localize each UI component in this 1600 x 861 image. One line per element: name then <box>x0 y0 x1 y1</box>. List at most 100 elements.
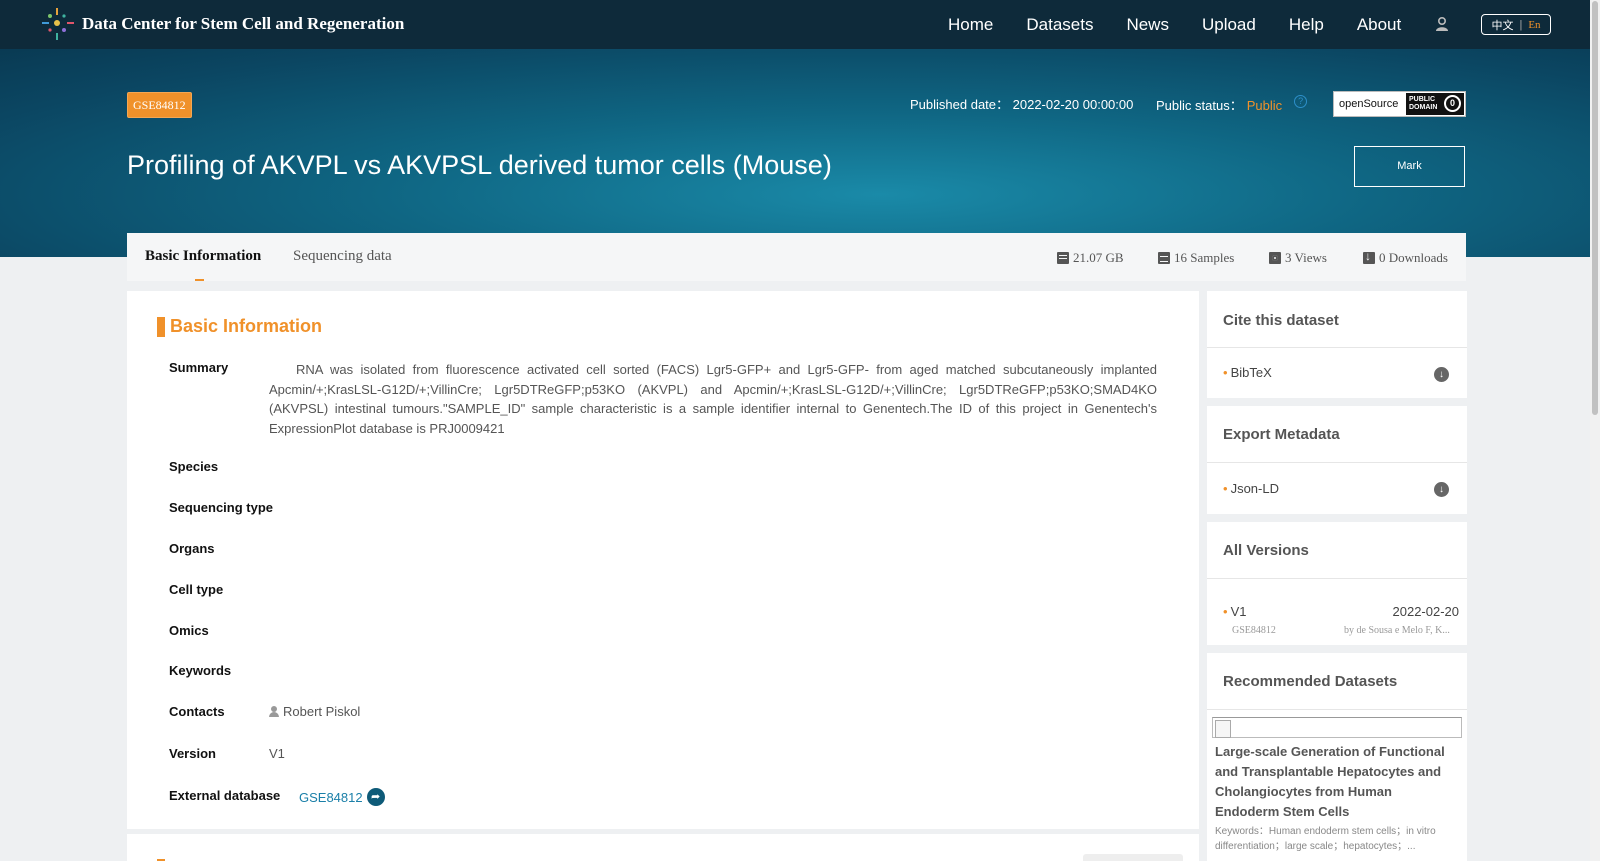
status-label: Public status： <box>1156 98 1243 113</box>
version-value: V1 <box>269 746 285 761</box>
section-marker <box>157 316 165 337</box>
stat-views: 3 Views <box>1269 250 1327 266</box>
version-label: Version <box>169 746 216 761</box>
stat-size-value: 21.07 GB <box>1073 250 1124 265</box>
export-title: Export Metadata <box>1223 426 1340 443</box>
organs-label: Organs <box>169 541 215 556</box>
version-item-name: V1 <box>1230 604 1247 619</box>
jsonld-item[interactable]: • Json-LD <box>1223 481 1279 496</box>
download-count-icon <box>1363 249 1375 264</box>
version-accession: GSE84812 <box>1232 625 1276 636</box>
stat-samples-value: 16 Samples <box>1174 250 1235 265</box>
stat-downloads: 0 Downloads <box>1363 249 1448 266</box>
recommended-title: Recommended Datasets <box>1223 673 1398 690</box>
section-title: Basic Information <box>170 316 323 336</box>
public-status: Public status： Public? <box>1156 95 1308 114</box>
omics-label: Omics <box>169 623 209 638</box>
external-database-link[interactable]: GSE84812 ➦ <box>299 788 385 806</box>
recommended-dataset-title[interactable]: Large-scale Generation of Functional and… <box>1215 742 1459 822</box>
top-navbar: Data Center for Stem Cell and Regenerati… <box>0 0 1600 49</box>
page-title: Profiling of AKVPL vs AKVPSL derived tum… <box>127 150 832 180</box>
bullet: • <box>1223 365 1228 380</box>
nav-about[interactable]: About <box>1357 15 1401 35</box>
published-date: Published date： 2022-02-20 00:00:00 <box>910 94 1133 113</box>
tab-basic-information[interactable]: Basic Information <box>145 248 261 265</box>
divider <box>1207 462 1467 463</box>
scroll-thumb[interactable] <box>1592 1 1598 415</box>
version-date: 2022-02-20 <box>1392 604 1460 619</box>
export-card: Export Metadata • Json-LD ↓ <box>1207 406 1467 514</box>
contact-entry: Robert Piskol <box>269 704 360 719</box>
public-domain-icon: 0 <box>1444 95 1461 112</box>
active-tab-indicator <box>195 279 204 281</box>
nav-datasets[interactable]: Datasets <box>1026 15 1093 35</box>
stat-size: 21.07 GB <box>1057 250 1124 266</box>
stat-views-value: 3 Views <box>1285 250 1327 265</box>
versions-card: All Versions • V1 2022-02-20 GSE84812 by … <box>1207 522 1467 645</box>
contact-name: Robert Piskol <box>283 704 361 719</box>
logo-icon <box>40 6 76 42</box>
public-domain-mark: PUBLIC DOMAIN 0 <box>1406 93 1464 115</box>
license-badge: openSource PUBLIC DOMAIN 0 <box>1333 91 1466 117</box>
jsonld-label: Json-LD <box>1230 481 1279 496</box>
samples-icon <box>1158 252 1170 264</box>
bibtex-item[interactable]: • BibTeX <box>1223 365 1272 380</box>
cite-title: Cite this dataset <box>1223 312 1339 329</box>
external-id[interactable]: GSE84812 <box>299 790 363 805</box>
summary-text: RNA was isolated from fluorescence activ… <box>269 362 1157 436</box>
published-label: Published date： <box>910 97 1010 112</box>
brand[interactable]: Data Center for Stem Cell and Regenerati… <box>40 7 404 41</box>
nav-help[interactable]: Help <box>1289 15 1324 35</box>
tab-bar: Basic Information Sequencing data 21.07 … <box>127 233 1466 281</box>
cell-type-label: Cell type <box>169 582 224 597</box>
bullet: • <box>1223 604 1228 619</box>
page-scrollbar[interactable] <box>1590 0 1600 861</box>
nav-home[interactable]: Home <box>948 15 993 35</box>
species-label: Species <box>169 459 219 474</box>
keywords-label: Keywords <box>169 663 232 678</box>
brand-title: Data Center for Stem Cell and Regenerati… <box>82 14 405 33</box>
versions-title: All Versions <box>1223 542 1309 559</box>
nav-news[interactable]: News <box>1126 15 1169 35</box>
storage-icon <box>1057 252 1069 264</box>
status-value: Public <box>1246 98 1283 113</box>
person-icon <box>269 706 279 717</box>
external-database-label: External database <box>169 788 281 803</box>
stat-samples: 16 Samples <box>1158 250 1234 266</box>
divider <box>1207 347 1467 348</box>
lang-zh-option[interactable]: 中文 <box>1491 17 1513 33</box>
jsonld-download-icon[interactable]: ↓ <box>1434 482 1449 497</box>
main-menu: Home Datasets News Upload Help About <box>948 0 1434 49</box>
version-authors: by de Sousa e Melo F, K... <box>1344 625 1450 636</box>
sequencing-type-label: Sequencing type <box>169 500 274 515</box>
user-icon[interactable] <box>1433 15 1451 33</box>
accession-badge: GSE84812 <box>127 92 192 118</box>
bibtex-download-icon[interactable]: ↓ <box>1434 367 1449 382</box>
language-switch[interactable]: 中文 | En <box>1481 14 1551 35</box>
lang-separator: | <box>1519 18 1523 31</box>
summary-label: Summary <box>169 360 229 375</box>
section-action-button[interactable] <box>1083 854 1183 861</box>
published-value: 2022-02-20 00:00:00 <box>1012 97 1134 112</box>
divider <box>1207 578 1467 579</box>
bibtex-label: BibTeX <box>1230 365 1272 380</box>
recommended-card: Recommended Datasets Large-scale Generat… <box>1207 653 1467 861</box>
basic-info-card: Basic Information Summary RNA was isolat… <box>127 291 1199 829</box>
bullet: • <box>1223 481 1228 496</box>
divider <box>1207 709 1467 710</box>
tab-sequencing-data[interactable]: Sequencing data <box>293 248 392 265</box>
cite-card: Cite this dataset • BibTeX ↓ <box>1207 291 1467 398</box>
contacts-label: Contacts <box>169 704 225 719</box>
nav-upload[interactable]: Upload <box>1202 15 1256 35</box>
views-icon <box>1269 252 1281 264</box>
share-icon[interactable]: ➦ <box>366 788 385 806</box>
mark-button[interactable]: Mark <box>1354 146 1465 187</box>
version-item[interactable]: • V1 <box>1223 604 1246 619</box>
help-icon[interactable]: ? <box>1294 95 1308 108</box>
recommended-dataset-keywords: Keywords：Human endoderm stem cells；in vi… <box>1215 826 1436 852</box>
next-section-card <box>127 834 1199 861</box>
broken-image-icon[interactable] <box>1212 717 1462 738</box>
lang-en-option[interactable]: En <box>1528 19 1540 31</box>
license-label: openSource <box>1339 98 1399 110</box>
stat-downloads-value: 0 Downloads <box>1379 250 1448 265</box>
